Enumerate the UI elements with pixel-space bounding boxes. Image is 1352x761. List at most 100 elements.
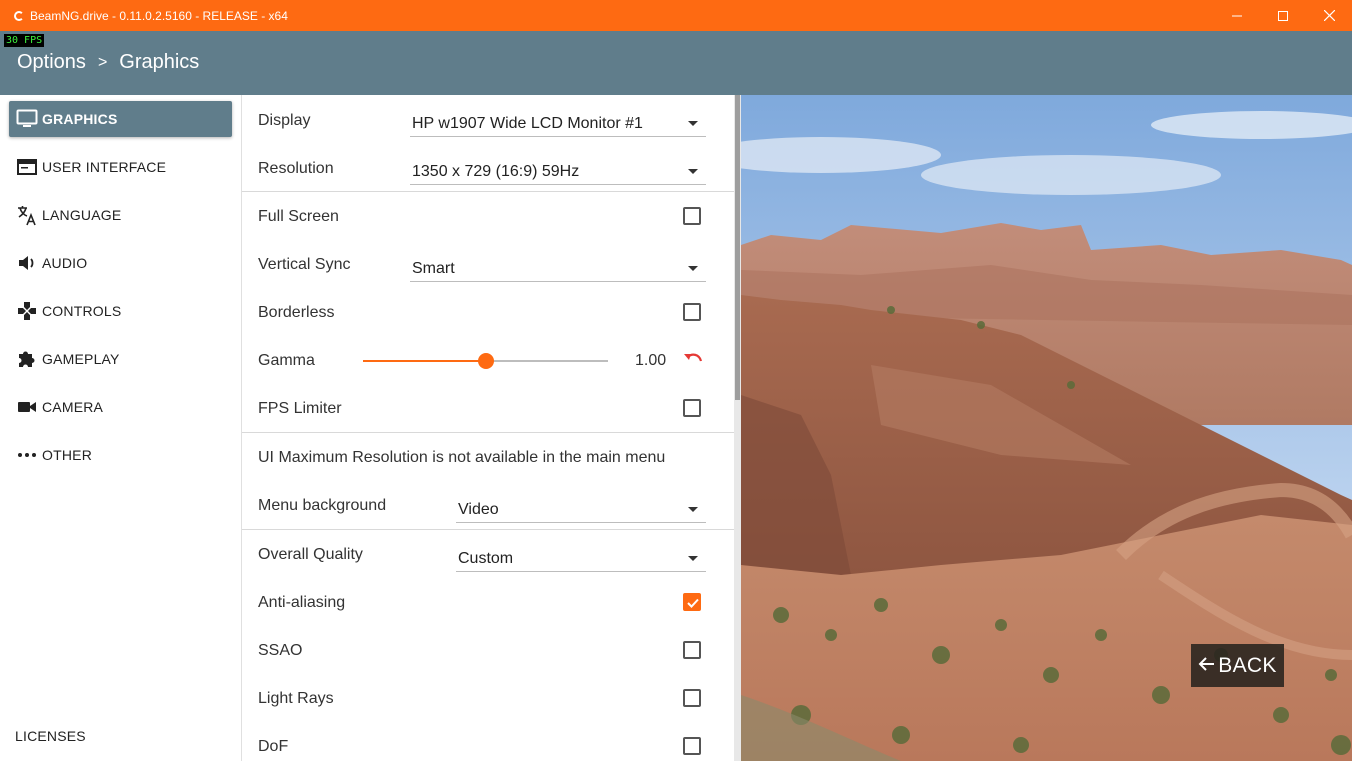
gamma-slider[interactable] — [363, 353, 608, 369]
licenses-link[interactable]: LICENSES — [15, 728, 86, 744]
menu-background-row: Menu background Video — [242, 482, 734, 530]
sidebar-item-label: USER INTERFACE — [42, 159, 167, 175]
options-sidebar: GRAPHICS USER INTERFACE LANGUAGE AUDIO C… — [0, 95, 241, 761]
dof-checkbox[interactable] — [683, 737, 701, 755]
gamma-label: Gamma — [258, 352, 315, 369]
section-divider — [242, 191, 734, 192]
light-rays-label: Light Rays — [258, 690, 334, 707]
sidebar-item-label: CONTROLS — [42, 303, 122, 319]
full-screen-checkbox[interactable] — [683, 207, 701, 225]
minimize-button[interactable] — [1214, 0, 1260, 31]
fps-limiter-row: FPS Limiter — [242, 385, 734, 433]
sidebar-item-gameplay[interactable]: GAMEPLAY — [9, 341, 232, 377]
back-button-label: BACK — [1218, 653, 1277, 677]
anti-aliasing-label: Anti-aliasing — [258, 594, 346, 611]
window-icon — [16, 156, 38, 178]
sidebar-item-other[interactable]: OTHER — [9, 437, 232, 473]
reset-undo-icon[interactable] — [682, 351, 704, 371]
speaker-icon — [16, 252, 38, 274]
light-rays-checkbox[interactable] — [683, 689, 701, 707]
menu-background-select[interactable]: Video — [456, 493, 706, 523]
fps-counter: 30 FPS — [4, 34, 45, 47]
chevron-down-icon — [688, 556, 698, 561]
breadcrumb-current: Graphics — [119, 51, 200, 73]
sidebar-item-controls[interactable]: CONTROLS — [9, 293, 232, 329]
sidebar-item-label: GRAPHICS — [42, 111, 118, 127]
window-titlebar: BeamNG.drive - 0.11.0.2.5160 - RELEASE -… — [0, 0, 1352, 31]
chevron-down-icon — [688, 121, 698, 126]
sidebar-item-label: OTHER — [42, 447, 92, 463]
overall-quality-value: Custom — [458, 549, 514, 567]
vertical-sync-row: Vertical Sync Smart — [242, 241, 734, 289]
window-title: BeamNG.drive - 0.11.0.2.5160 - RELEASE -… — [30, 8, 288, 23]
ui-max-resolution-row: UI Maximum Resolution is not available i… — [242, 434, 734, 482]
resolution-value: 1350 x 729 (16:9) 59Hz — [412, 162, 580, 180]
vertical-sync-select[interactable]: Smart — [410, 252, 706, 282]
overall-quality-select[interactable]: Custom — [456, 542, 706, 572]
arrow-left-icon — [1198, 654, 1216, 678]
sidebar-item-graphics[interactable]: GRAPHICS — [9, 101, 232, 137]
menu-background-value: Video — [458, 500, 499, 518]
section-divider — [242, 432, 734, 433]
gamma-slider-thumb[interactable] — [477, 353, 494, 369]
maximize-icon — [1278, 10, 1288, 21]
borderless-label: Borderless — [258, 304, 335, 321]
display-label: Display — [258, 112, 311, 129]
breadcrumb-root[interactable]: Options — [17, 51, 86, 74]
back-button[interactable]: BACK — [1191, 644, 1284, 687]
options-header: 30 FPS Options > Graphics — [0, 31, 1352, 95]
full-screen-label: Full Screen — [258, 208, 339, 225]
video-camera-icon — [16, 396, 38, 418]
puzzle-icon — [16, 348, 38, 370]
full-screen-row: Full Screen — [242, 193, 734, 241]
settings-scrollbar[interactable] — [734, 95, 741, 761]
borderless-checkbox[interactable] — [683, 303, 701, 321]
more-dots-icon — [16, 444, 38, 466]
window-controls — [1214, 0, 1352, 31]
display-select[interactable]: HP w1907 Wide LCD Monitor #1 — [410, 107, 706, 137]
ssao-row: SSAO — [242, 627, 734, 675]
borderless-row: Borderless — [242, 289, 734, 337]
light-rays-row: Light Rays — [242, 675, 734, 723]
display-row: Display HP w1907 Wide LCD Monitor #1 — [242, 97, 734, 145]
overall-quality-row: Overall Quality Custom — [242, 531, 734, 579]
ssao-checkbox[interactable] — [683, 641, 701, 659]
chevron-down-icon — [688, 169, 698, 174]
sidebar-item-audio[interactable]: AUDIO — [9, 245, 232, 281]
chevron-down-icon — [688, 266, 698, 271]
ui-max-resolution-note: UI Maximum Resolution is not available i… — [258, 449, 666, 466]
translate-icon — [16, 204, 38, 226]
monitor-icon — [16, 108, 38, 130]
anti-aliasing-checkbox[interactable] — [683, 593, 701, 611]
fps-limiter-checkbox[interactable] — [683, 399, 701, 417]
settings-scrollbar-thumb[interactable] — [735, 95, 740, 400]
resolution-row: Resolution 1350 x 729 (16:9) 59Hz — [242, 145, 734, 193]
menu-background-label: Menu background — [258, 497, 387, 514]
sidebar-item-language[interactable]: LANGUAGE — [9, 197, 232, 233]
resolution-select[interactable]: 1350 x 729 (16:9) 59Hz — [410, 155, 706, 185]
sidebar-item-label: GAMEPLAY — [42, 351, 120, 367]
sidebar-item-user-interface[interactable]: USER INTERFACE — [9, 149, 232, 185]
beamng-app-icon — [14, 10, 24, 21]
overall-quality-label: Overall Quality — [258, 546, 363, 563]
gamepad-icon — [16, 300, 38, 322]
minimize-icon — [1232, 15, 1242, 16]
dof-label: DoF — [258, 738, 289, 755]
sidebar-item-label: LANGUAGE — [42, 207, 122, 223]
gamma-slider-fill — [363, 360, 486, 362]
breadcrumb: Options > Graphics — [17, 51, 199, 74]
gamma-value: 1.00 — [635, 352, 667, 369]
sidebar-item-camera[interactable]: CAMERA — [9, 389, 232, 425]
fps-limiter-label: FPS Limiter — [258, 400, 342, 417]
gamma-row: Gamma 1.00 — [242, 337, 734, 385]
dof-row: DoF — [242, 723, 734, 761]
ssao-label: SSAO — [258, 642, 303, 659]
close-button[interactable] — [1306, 0, 1352, 31]
maximize-button[interactable] — [1260, 0, 1306, 31]
sidebar-item-label: AUDIO — [42, 255, 88, 271]
section-divider — [242, 529, 734, 530]
display-value: HP w1907 Wide LCD Monitor #1 — [412, 114, 643, 132]
checkmark-icon — [687, 598, 699, 608]
vertical-sync-label: Vertical Sync — [258, 256, 351, 273]
close-icon — [1323, 10, 1335, 21]
